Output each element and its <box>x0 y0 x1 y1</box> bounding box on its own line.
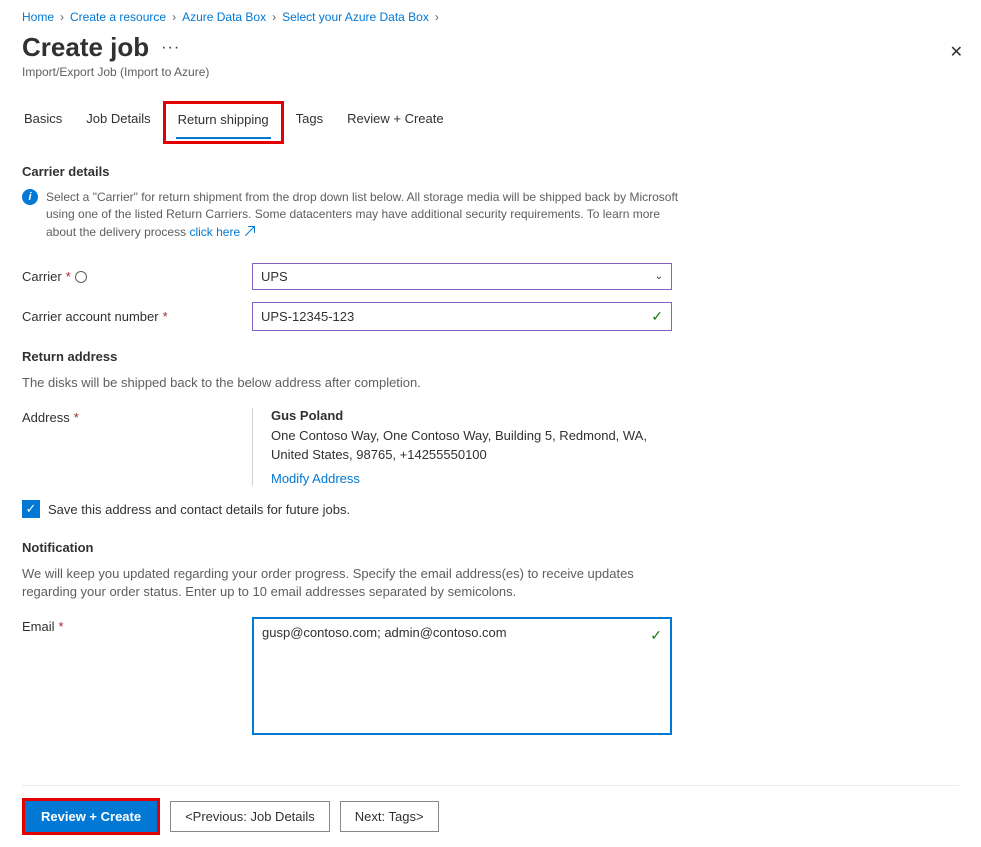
info-circle-icon[interactable] <box>75 271 87 283</box>
tabs: Basics Job Details Return shipping Tags … <box>22 105 959 144</box>
tab-job-details[interactable]: Job Details <box>84 105 152 144</box>
return-heading: Return address <box>22 349 959 364</box>
address-name: Gus Poland <box>271 408 672 423</box>
footer: Review + Create <Previous: Job Details N… <box>22 785 959 847</box>
external-link-icon <box>245 224 255 241</box>
breadcrumb: Home › Create a resource › Azure Data Box ›… <box>22 10 959 24</box>
chevron-right-icon: › <box>272 10 276 24</box>
tab-basics[interactable]: Basics <box>22 105 64 144</box>
check-icon: ✓ <box>650 627 662 644</box>
save-address-label: Save this address and contact details fo… <box>48 502 350 517</box>
required-icon: * <box>163 309 168 324</box>
crumb-select-databox[interactable]: Select your Azure Data Box <box>282 10 429 24</box>
notif-heading: Notification <box>22 540 959 555</box>
carrier-select[interactable]: UPS ⌄ <box>252 263 672 290</box>
review-create-button[interactable]: Review + Create <box>25 801 157 832</box>
check-icon: ✓ <box>26 501 37 517</box>
address-block: Gus Poland One Contoso Way, One Contoso … <box>252 408 672 486</box>
chevron-right-icon: › <box>60 10 64 24</box>
return-desc: The disks will be shipped back to the be… <box>22 374 682 392</box>
carrier-acct-input[interactable]: UPS-12345-123 ✓ <box>252 302 672 331</box>
required-icon: * <box>74 410 79 425</box>
required-icon: * <box>66 269 71 284</box>
carrier-acct-value: UPS-12345-123 <box>261 309 354 324</box>
highlight-box: Review + Create <box>22 798 160 835</box>
close-icon[interactable]: ✕ <box>950 42 963 62</box>
modify-address-link[interactable]: Modify Address <box>271 471 360 486</box>
tab-tags[interactable]: Tags <box>294 105 325 144</box>
address-label: Address* <box>22 408 252 425</box>
tab-return-shipping[interactable]: Return shipping <box>176 106 271 139</box>
carrier-value: UPS <box>261 269 288 284</box>
next-button[interactable]: Next: Tags> <box>340 801 439 832</box>
crumb-create-resource[interactable]: Create a resource <box>70 10 166 24</box>
page-title: Create job <box>22 32 149 63</box>
email-label: Email* <box>22 617 252 634</box>
highlight-box: Return shipping <box>163 101 284 144</box>
email-value: gusp@contoso.com; admin@contoso.com <box>262 625 507 640</box>
chevron-right-icon: › <box>435 10 439 24</box>
more-icon[interactable]: ··· <box>161 39 180 57</box>
notif-desc: We will keep you updated regarding your … <box>22 565 682 601</box>
carrier-acct-label: Carrier account number* <box>22 309 252 324</box>
previous-button[interactable]: <Previous: Job Details <box>170 801 330 832</box>
carrier-heading: Carrier details <box>22 164 959 179</box>
info-icon: i <box>22 189 38 205</box>
carrier-label: Carrier* <box>22 269 252 284</box>
address-line: One Contoso Way, One Contoso Way, Buildi… <box>271 427 672 465</box>
save-address-checkbox[interactable]: ✓ <box>22 500 40 518</box>
carrier-info: i Select a "Carrier" for return shipment… <box>22 189 682 241</box>
email-textarea[interactable]: gusp@contoso.com; admin@contoso.com ✓ <box>252 617 672 735</box>
chevron-right-icon: › <box>172 10 176 24</box>
page-subtitle: Import/Export Job (Import to Azure) <box>22 65 959 79</box>
check-icon: ✓ <box>651 308 663 325</box>
crumb-databox[interactable]: Azure Data Box <box>182 10 266 24</box>
crumb-home[interactable]: Home <box>22 10 54 24</box>
click-here-link[interactable]: click here <box>189 225 240 239</box>
tab-review-create[interactable]: Review + Create <box>345 105 445 144</box>
required-icon: * <box>59 619 64 634</box>
carrier-info-text: Select a "Carrier" for return shipment f… <box>46 189 682 241</box>
chevron-down-icon: ⌄ <box>655 271 663 282</box>
